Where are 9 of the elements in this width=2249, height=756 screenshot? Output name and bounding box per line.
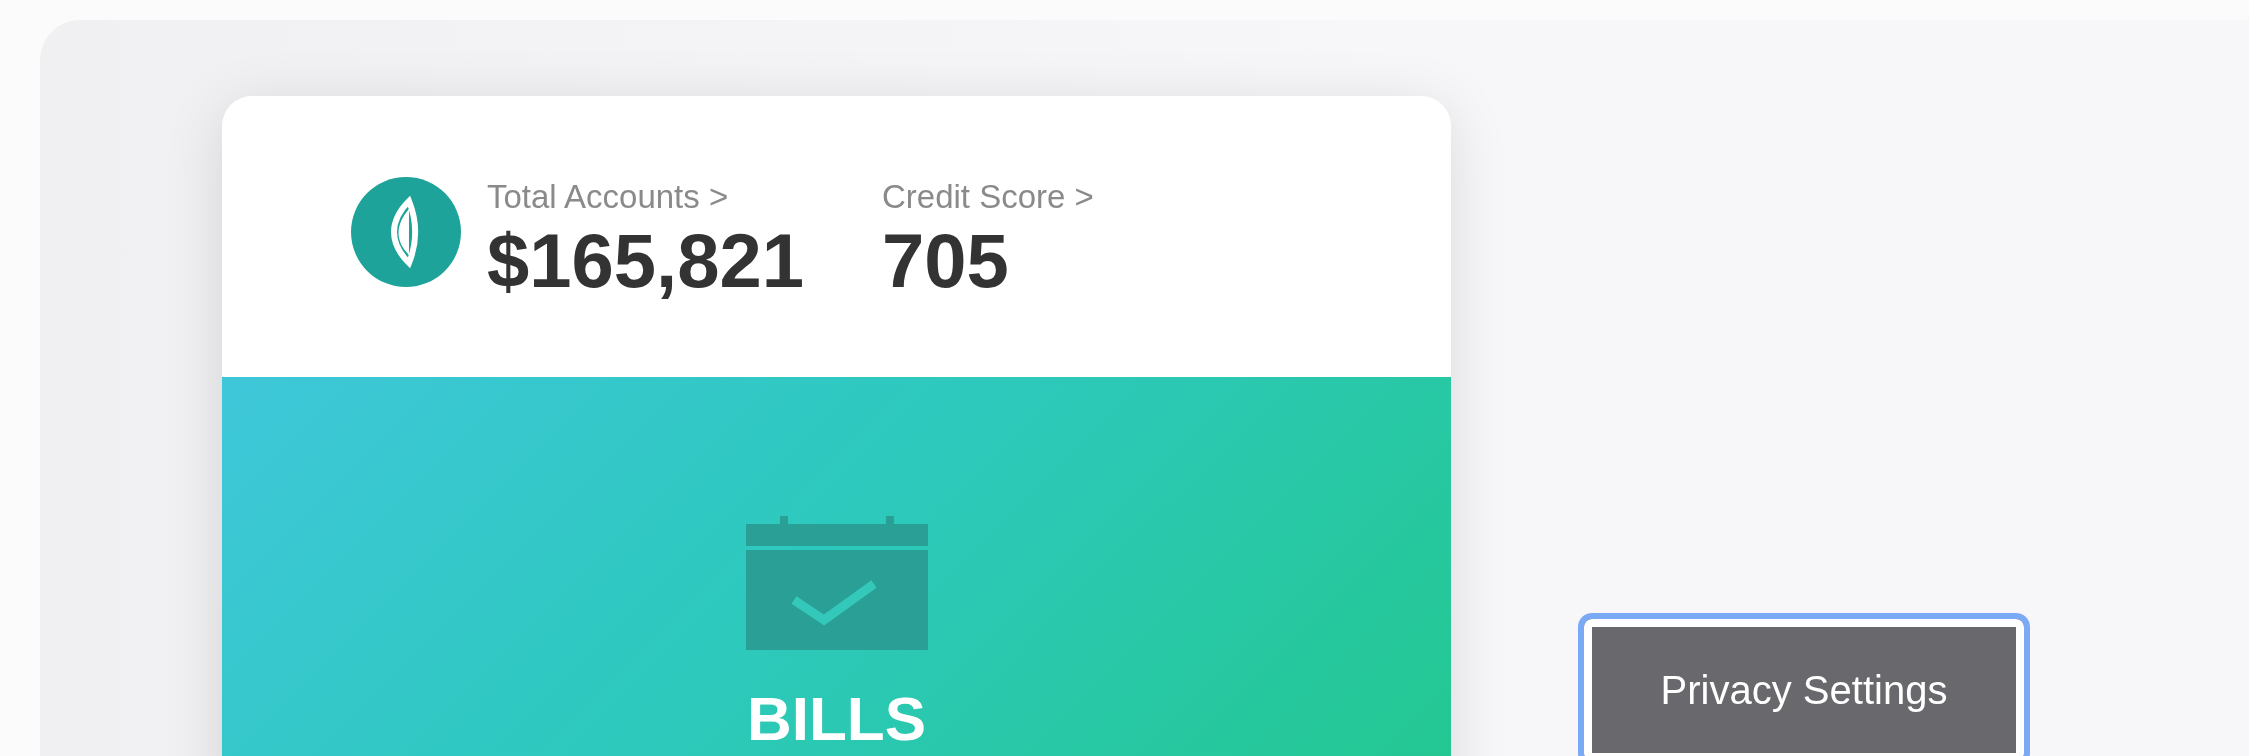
bills-title: BILLS [746,688,927,750]
credit-score-link[interactable]: Credit Score > [882,171,1094,222]
calendar-check-icon [745,516,928,650]
credit-score-value: 705 [882,221,1010,302]
bills-panel[interactable]: BILLS [222,377,1451,756]
privacy-settings-button[interactable]: Privacy Settings [1578,613,2030,756]
leaf-logo-icon [351,176,461,287]
total-accounts-link[interactable]: Total Accounts > [487,171,882,222]
total-accounts-value: $165,821 [487,221,805,302]
